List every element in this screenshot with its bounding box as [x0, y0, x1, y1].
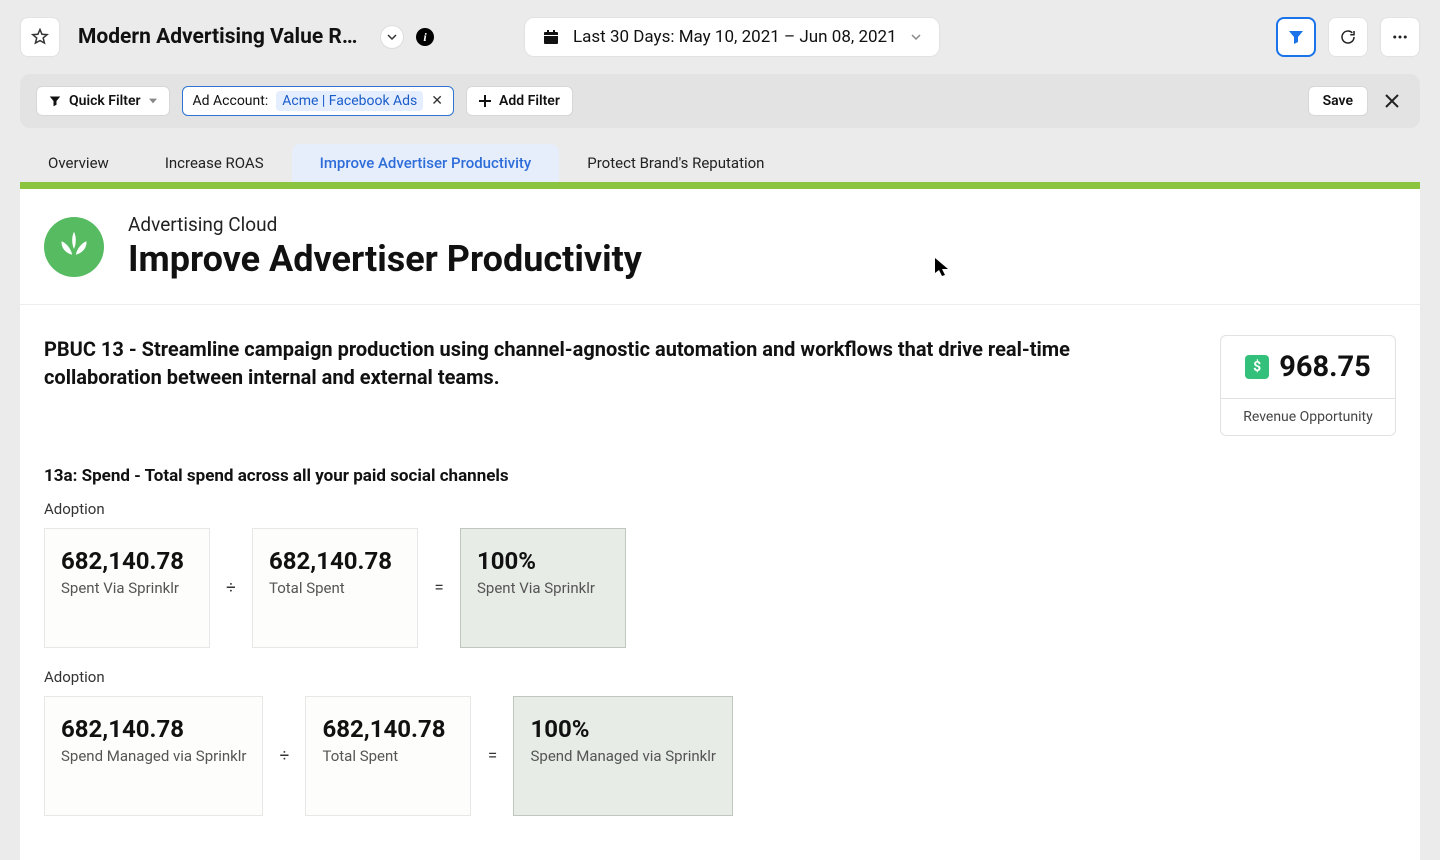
quick-filter-button[interactable]: Quick Filter — [36, 86, 170, 116]
sprinklr-icon — [55, 228, 93, 266]
chip-remove[interactable]: ✕ — [431, 93, 443, 109]
add-filter-button[interactable]: Add Filter — [466, 86, 573, 116]
metric-value: 682,140.78 — [322, 715, 454, 743]
metric-label: Spend Managed via Sprinklr — [530, 747, 715, 765]
title-dropdown[interactable] — [380, 25, 404, 49]
tab-protect-brand[interactable]: Protect Brand's Reputation — [559, 144, 792, 182]
quick-filter-label: Quick Filter — [69, 93, 141, 109]
more-menu-button[interactable] — [1380, 17, 1420, 57]
revenue-opportunity-card: $ 968.75 Revenue Opportunity — [1220, 335, 1396, 436]
metric-result-card: 100% Spent Via Sprinklr — [460, 528, 626, 648]
refresh-icon — [1339, 28, 1357, 46]
filter-bar: Quick Filter Ad Account: Acme | Facebook… — [20, 74, 1420, 128]
star-icon — [31, 28, 49, 46]
close-icon — [1385, 94, 1399, 108]
chip-value: Acme | Facebook Ads — [276, 91, 423, 111]
metric-value: 100% — [530, 715, 715, 743]
refresh-button[interactable] — [1328, 17, 1368, 57]
metric-card: 682,140.78 Spend Managed via Sprinklr — [44, 696, 263, 816]
revenue-label: Revenue Opportunity — [1221, 399, 1395, 435]
chevron-down-icon — [387, 32, 397, 42]
funnel-icon — [49, 95, 61, 107]
metric-row: 682,140.78 Spent Via Sprinklr ÷ 682,140.… — [44, 528, 1396, 648]
revenue-value: 968.75 — [1279, 350, 1371, 384]
close-filter-bar[interactable] — [1380, 89, 1404, 113]
divide-operator: ÷ — [210, 528, 252, 648]
accent-strip — [20, 182, 1420, 189]
card-heading: Improve Advertiser Productivity — [128, 238, 642, 280]
dollar-icon: $ — [1245, 355, 1269, 379]
equals-operator: = — [471, 696, 513, 816]
metric-label: Total Spent — [269, 579, 401, 597]
tab-improve-productivity[interactable]: Improve Advertiser Productivity — [292, 144, 560, 182]
favorite-button[interactable] — [20, 17, 60, 57]
metric-value: 682,140.78 — [61, 715, 246, 743]
metric-result-card: 100% Spend Managed via Sprinklr — [513, 696, 732, 816]
date-range-picker[interactable]: Last 30 Days: May 10, 2021 – Jun 08, 202… — [524, 17, 940, 57]
info-icon[interactable]: i — [416, 28, 434, 46]
metric-section-title: 13a: Spend - Total spend across all your… — [44, 466, 1396, 486]
tab-overview[interactable]: Overview — [20, 144, 137, 182]
chip-label: Ad Account: — [193, 93, 269, 109]
metric-value: 682,140.78 — [61, 547, 193, 575]
metric-label: Spend Managed via Sprinklr — [61, 747, 246, 765]
metric-value: 100% — [477, 547, 609, 575]
metric-value: 682,140.78 — [269, 547, 401, 575]
content-pane: Advertising Cloud Improve Advertiser Pro… — [20, 182, 1420, 860]
caret-down-icon — [149, 97, 157, 105]
divide-operator: ÷ — [263, 696, 305, 816]
add-filter-label: Add Filter — [499, 93, 560, 109]
chevron-down-icon — [911, 32, 921, 42]
metric-row: 682,140.78 Spend Managed via Sprinklr ÷ … — [44, 696, 1396, 816]
metric-label: Spent Via Sprinklr — [61, 579, 193, 597]
funnel-icon — [1288, 29, 1304, 45]
equals-operator: = — [418, 528, 460, 648]
metric-card: 682,140.78 Total Spent — [252, 528, 418, 648]
plus-icon — [479, 95, 491, 107]
filter-toggle-button[interactable] — [1276, 17, 1316, 57]
description-text: PBUC 13 - Streamline campaign production… — [44, 335, 1180, 391]
date-range-text: Last 30 Days: May 10, 2021 – Jun 08, 202… — [573, 27, 897, 47]
more-horizontal-icon — [1391, 28, 1409, 46]
page-title: Modern Advertising Value Realizati... — [78, 25, 368, 49]
metric-label: Spent Via Sprinklr — [477, 579, 609, 597]
product-logo — [44, 217, 104, 277]
cursor-icon — [935, 258, 949, 276]
metric-block-sub: Adoption — [44, 500, 1396, 518]
metric-block-sub: Adoption — [44, 668, 1396, 686]
metric-card: 682,140.78 Spent Via Sprinklr — [44, 528, 210, 648]
card-subtitle: Advertising Cloud — [128, 213, 642, 236]
metric-label: Total Spent — [322, 747, 454, 765]
metric-card: 682,140.78 Total Spent — [305, 696, 471, 816]
tab-increase-roas[interactable]: Increase ROAS — [137, 144, 292, 182]
tabs: Overview Increase ROAS Improve Advertise… — [20, 144, 1420, 182]
filter-chip-ad-account[interactable]: Ad Account: Acme | Facebook Ads ✕ — [182, 86, 455, 116]
calendar-icon — [543, 29, 559, 45]
save-filter-button[interactable]: Save — [1308, 86, 1368, 116]
